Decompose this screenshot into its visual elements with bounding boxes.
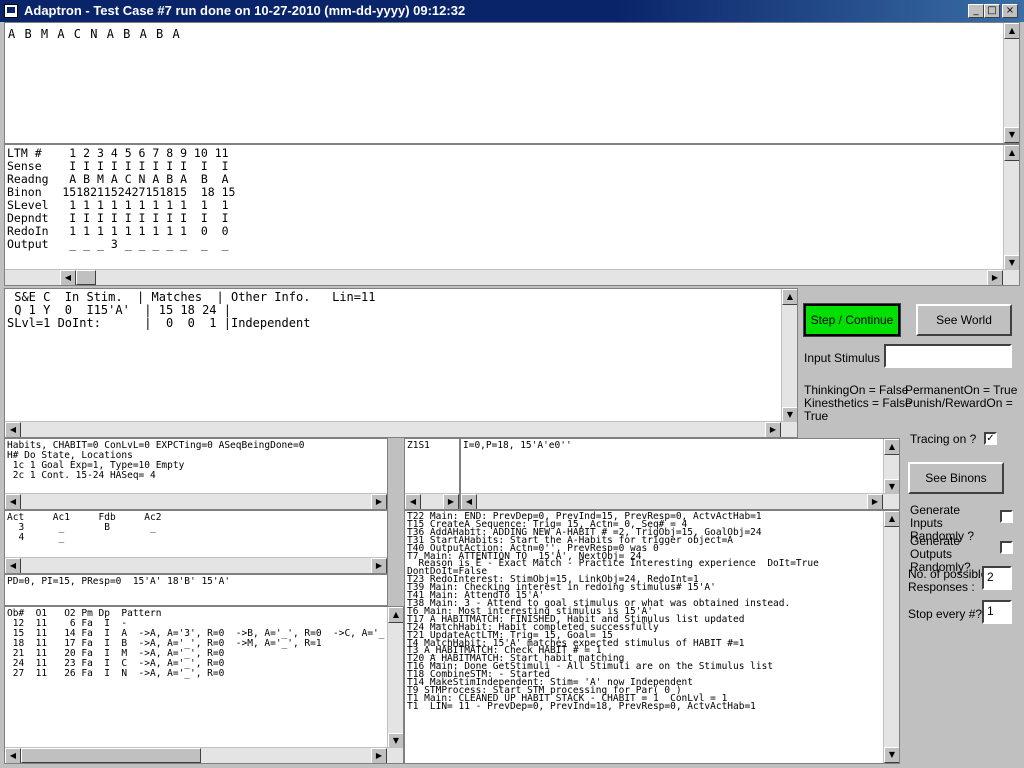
stim-vertical-scrollbar[interactable]: ▲ ▼: [781, 289, 797, 423]
i-text: I=0,P=18, 15'A'e0'': [463, 440, 572, 451]
z-pane[interactable]: Z1S1 ◀ ▶: [404, 438, 460, 510]
scroll-up-arrow-icon[interactable]: ▲: [884, 439, 899, 455]
scroll-right-arrow-icon[interactable]: ▶: [371, 558, 387, 573]
pd-pane[interactable]: PD=0, PI=15, PResp=0 15'A' 18'B' 15'A': [4, 574, 388, 606]
stop-every-input[interactable]: 1: [982, 600, 1012, 624]
scroll-right-arrow-icon[interactable]: ▶: [371, 748, 387, 763]
history-vertical-scrollbar[interactable]: ▲ ▼: [1003, 23, 1019, 143]
stop-every-label: Stop every #?: [908, 607, 983, 621]
objects-vertical-scrollbar[interactable]: ▲ ▼: [387, 607, 403, 749]
scroll-right-arrow-icon[interactable]: ▶: [765, 422, 781, 437]
scroll-right-arrow-icon[interactable]: ▶: [371, 494, 387, 509]
scroll-left-arrow-icon[interactable]: ◀: [5, 422, 21, 437]
punish-reward-value: True: [804, 409, 829, 423]
app-icon: [4, 4, 18, 18]
trace-log-text: T22 Main: END: PrevDep=0, PrevInd=15, Pr…: [407, 511, 819, 712]
trace-log-pane[interactable]: T22 Main: END: PrevDep=0, PrevInd=15, Pr…: [404, 510, 900, 764]
stimulus-info-pane[interactable]: S&E C In Stim. | Matches | Other Info. L…: [4, 288, 798, 438]
actions-pane[interactable]: Act Ac1 Fdb Ac2 3 _ B _ 4 _ ◀ ▶: [4, 510, 388, 574]
generate-outputs-checkbox[interactable]: [1000, 541, 1013, 554]
scroll-left-arrow-icon[interactable]: ◀: [5, 494, 21, 509]
habits-horizontal-scrollbar[interactable]: ◀ ▶: [5, 493, 387, 509]
ltm-table-text: LTM # 1 2 3 4 5 6 7 8 9 10 11 Sense I I …: [7, 146, 236, 251]
i-vertical-scrollbar[interactable]: ▲ ▼: [883, 439, 899, 495]
scroll-thumb[interactable]: [21, 748, 201, 763]
objects-horizontal-scrollbar[interactable]: ◀ ▶: [5, 747, 403, 763]
i-pane[interactable]: I=0,P=18, 15'A'e0'' ▲ ▼ ◀ ▶: [460, 438, 900, 510]
scroll-left-arrow-icon[interactable]: ◀: [405, 494, 421, 509]
close-button[interactable]: ×: [1002, 4, 1018, 18]
maximize-button[interactable]: □: [984, 4, 1000, 18]
generate-inputs-checkbox[interactable]: [1000, 510, 1013, 523]
actions-text: Act Ac1 Fdb Ac2 3 _ B _ 4 _: [7, 512, 162, 543]
scroll-left-arrow-icon[interactable]: ◀: [5, 748, 21, 763]
ltm-table-pane[interactable]: LTM # 1 2 3 4 5 6 7 8 9 10 11 Sense I I …: [4, 144, 1020, 286]
scroll-up-arrow-icon[interactable]: ▲: [388, 607, 403, 623]
title-bar: Adaptron - Test Case #7 run done on 10-2…: [0, 0, 1024, 22]
punish-reward-status: Punish/RewardOn =: [905, 396, 1013, 410]
tracing-checkbox[interactable]: ✓: [984, 432, 997, 445]
scroll-up-arrow-icon[interactable]: ▲: [1004, 145, 1019, 161]
habits-pane[interactable]: Habits, CHABIT=0 ConLvL=0 EXPCTing=0 ASe…: [4, 438, 388, 510]
see-binons-button[interactable]: See Binons: [908, 462, 1004, 494]
scroll-up-arrow-icon[interactable]: ▲: [782, 289, 797, 305]
input-stimulus-label: Input Stimulus :: [804, 351, 887, 365]
scroll-right-arrow-icon[interactable]: ▶: [867, 494, 883, 509]
scroll-right-arrow-icon[interactable]: ▶: [987, 270, 1003, 285]
see-world-button[interactable]: See World: [916, 304, 1012, 336]
minimize-button[interactable]: _: [968, 4, 984, 18]
scroll-left-arrow-icon[interactable]: ◀: [60, 270, 76, 285]
stimulus-history-text: A B M A C N A B A B A: [8, 27, 181, 41]
ltm-vertical-scrollbar[interactable]: ▲ ▼: [1003, 145, 1019, 271]
responses-label: No. of possible Responses :: [908, 567, 988, 594]
scroll-down-arrow-icon[interactable]: ▼: [1004, 127, 1019, 143]
scroll-left-arrow-icon[interactable]: ◀: [461, 494, 477, 509]
scroll-right-arrow-icon[interactable]: ▶: [443, 494, 459, 509]
actions-horizontal-scrollbar[interactable]: ◀ ▶: [5, 557, 387, 573]
scroll-up-arrow-icon[interactable]: ▲: [1004, 23, 1019, 39]
pd-text: PD=0, PI=15, PResp=0 15'A' 18'B' 15'A': [7, 576, 231, 587]
input-stimulus-field[interactable]: [884, 344, 1012, 368]
trace-vertical-scrollbar[interactable]: ▲ ▼: [883, 511, 899, 763]
z-text: Z1S1: [407, 440, 430, 451]
objects-text: Ob# O1 O2 Pm Dp Pattern 12 11 6 Fa I - 1…: [7, 608, 385, 679]
stimulus-history-pane[interactable]: A B M A C N A B A B A ▲ ▼: [4, 22, 1020, 144]
step-continue-button[interactable]: Step / Continue: [803, 303, 901, 337]
scroll-up-arrow-icon[interactable]: ▲: [884, 511, 899, 527]
tracing-label: Tracing on ?: [910, 432, 977, 446]
habits-text: Habits, CHABIT=0 ConLvL=0 EXPCTing=0 ASe…: [7, 440, 305, 481]
window-title: Adaptron - Test Case #7 run done on 10-2…: [24, 3, 466, 18]
objects-pane[interactable]: Ob# O1 O2 Pm Dp Pattern 12 11 6 Fa I - 1…: [4, 606, 404, 764]
i-horizontal-scrollbar[interactable]: ◀ ▶: [461, 493, 899, 509]
responses-input[interactable]: 2: [982, 566, 1012, 590]
stim-horizontal-scrollbar[interactable]: ◀ ▶: [5, 421, 797, 437]
z-horizontal-scrollbar[interactable]: ◀ ▶: [405, 493, 459, 509]
scroll-down-arrow-icon[interactable]: ▼: [884, 747, 899, 763]
scroll-thumb[interactable]: [76, 270, 96, 285]
ltm-horizontal-scrollbar[interactable]: ◀ ▶: [5, 269, 1019, 285]
stimulus-info-text: S&E C In Stim. | Matches | Other Info. L…: [7, 290, 376, 330]
scroll-left-arrow-icon[interactable]: ◀: [5, 558, 21, 573]
